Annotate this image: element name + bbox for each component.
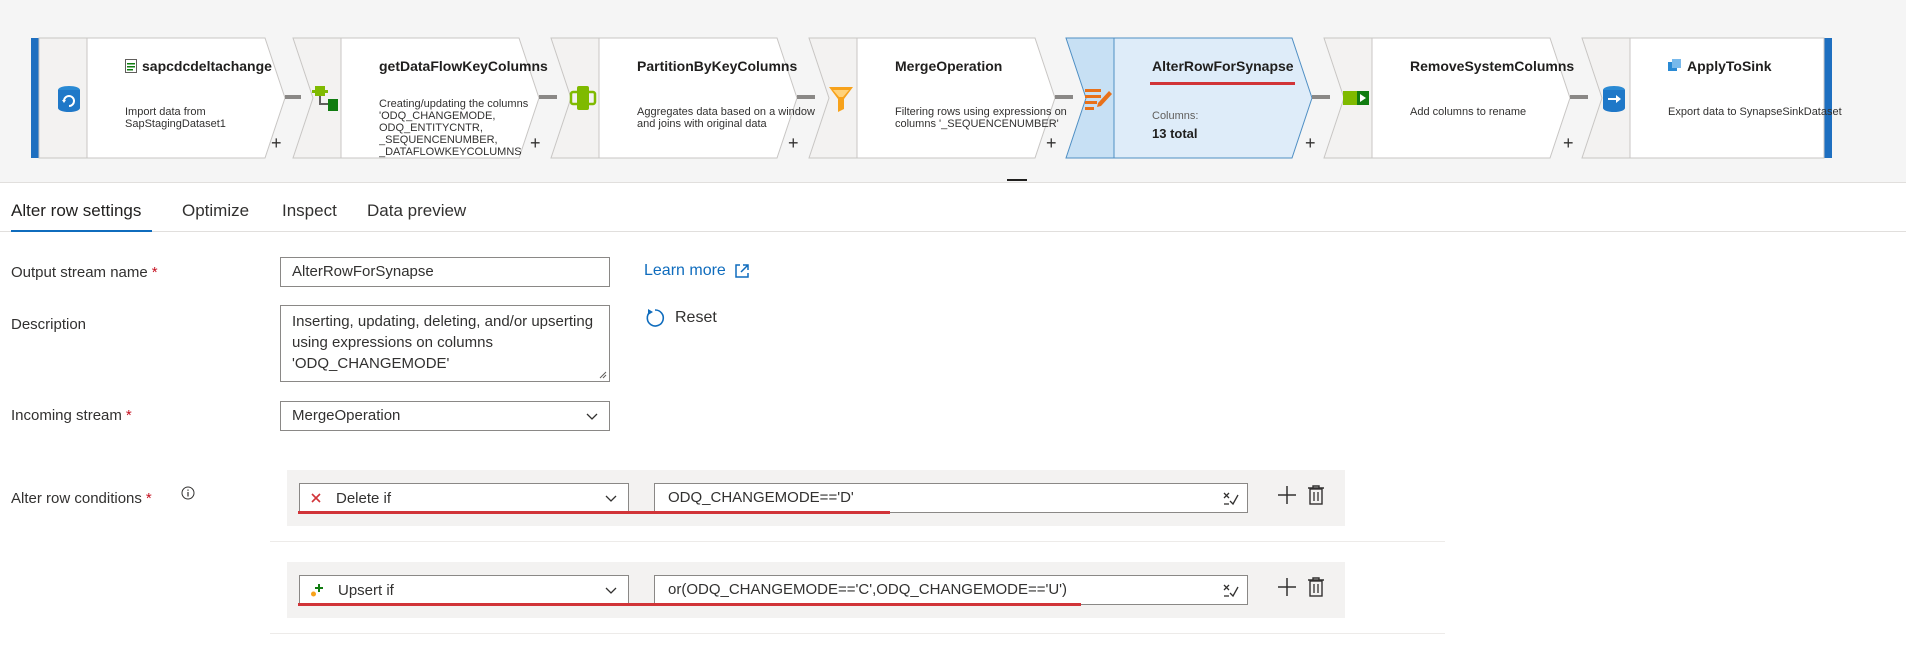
condition-row-upsert: Upsert if or(ODQ_CHANGEMODE=='C',ODQ_CHA…: [287, 562, 1345, 618]
expression-builder-icon: [1223, 492, 1239, 506]
annotation-underline: [298, 603, 1081, 606]
node-title: getDataFlowKeyColumns: [379, 58, 548, 74]
flow-node-filter[interactable]: MergeOperation Filtering rows using expr…: [808, 37, 1067, 159]
tab-optimize[interactable]: Optimize: [182, 201, 249, 221]
synapse-icon: [1668, 59, 1681, 71]
sink-database-icon: [1598, 82, 1630, 114]
reset-button[interactable]: Reset: [644, 307, 717, 329]
description-textarea[interactable]: Inserting, updating, deleting, and/or up…: [280, 305, 610, 382]
node-title: RemoveSystemColumns: [1410, 58, 1575, 74]
add-step-button[interactable]: +: [788, 134, 799, 152]
add-condition-icon[interactable]: [1276, 484, 1298, 506]
flow-node-derived-column[interactable]: getDataFlowKeyColumns Creating/updating …: [292, 37, 548, 159]
node-description: Aggregates data based on a window and jo…: [637, 106, 815, 130]
incoming-stream-label: Incoming stream *: [11, 407, 132, 424]
node-description: Filtering rows using expressions on colu…: [895, 106, 1067, 130]
alter-row-conditions-label: Alter row conditions *: [11, 490, 152, 507]
settings-tabs: Alter row settings Optimize Inspect Data…: [0, 182, 1906, 232]
output-stream-input[interactable]: AlterRowForSynapse: [280, 257, 610, 287]
flow-node-sink[interactable]: ApplyToSink Export data to SynapseSinkDa…: [1581, 37, 1842, 159]
add-step-button[interactable]: +: [1305, 134, 1316, 152]
node-title: sapcdcdeltachange: [125, 58, 272, 74]
condition-type-select[interactable]: Upsert if: [299, 575, 629, 605]
info-icon[interactable]: [181, 486, 195, 500]
delete-x-icon: [311, 493, 321, 503]
flow-node-window[interactable]: PartitionByKeyColumns Aggregates data ba…: [550, 37, 815, 159]
annotation-underline: [298, 511, 890, 514]
tab-inspect[interactable]: Inspect: [282, 201, 337, 221]
tab-alter-row-settings[interactable]: Alter row settings: [11, 201, 141, 221]
chevron-down-icon: [586, 413, 598, 420]
output-stream-label: Output stream name *: [11, 264, 158, 281]
reset-icon: [646, 309, 665, 327]
alter-row-icon: [1082, 82, 1114, 114]
flow-end-edge: [1824, 38, 1832, 158]
node-title: MergeOperation: [895, 58, 1003, 74]
file-icon: [125, 59, 137, 73]
add-step-button[interactable]: +: [530, 134, 541, 152]
add-step-button[interactable]: +: [1563, 134, 1574, 152]
external-link-icon: [735, 264, 749, 278]
expression-builder-icon: [1223, 584, 1239, 598]
columns-label: Columns:: [1152, 110, 1199, 122]
filter-funnel-icon: [825, 82, 857, 114]
select-columns-icon: [1340, 82, 1372, 114]
condition-expression-input[interactable]: ODQ_CHANGEMODE=='D': [654, 483, 1248, 513]
data-flow-canvas: sapcdcdeltachange Import data from SapSt…: [0, 0, 1906, 182]
condition-row-delete: Delete if ODQ_CHANGEMODE=='D': [287, 470, 1345, 526]
add-step-button[interactable]: +: [271, 134, 282, 152]
divider: [270, 633, 1445, 634]
upsert-icon: [311, 584, 323, 597]
description-label: Description: [11, 316, 87, 333]
flow-node-select[interactable]: RemoveSystemColumns Add columns to renam…: [1323, 37, 1574, 159]
active-tab-indicator: [11, 230, 152, 232]
tab-data-preview[interactable]: Data preview: [367, 201, 466, 221]
window-icon: [567, 82, 599, 114]
derived-column-icon: [309, 82, 341, 114]
condition-type-select[interactable]: Delete if: [299, 483, 629, 513]
add-condition-icon[interactable]: [1276, 576, 1298, 598]
node-title: ApplyToSink: [1668, 58, 1772, 74]
node-description: Import data from SapStagingDataset1: [125, 106, 226, 130]
incoming-stream-select[interactable]: MergeOperation: [280, 401, 610, 431]
flow-start-edge: [31, 38, 39, 158]
node-description: Add columns to rename: [1410, 106, 1527, 118]
node-description: Export data to SynapseSinkDataset: [1668, 106, 1842, 118]
source-database-icon: [53, 82, 85, 114]
panel-resize-handle[interactable]: [1007, 179, 1027, 181]
annotation-underline: [1150, 82, 1295, 85]
add-step-button[interactable]: +: [1046, 134, 1057, 152]
flow-node-source[interactable]: sapcdcdeltachange Import data from SapSt…: [38, 37, 286, 159]
node-title: AlterRowForSynapse: [1152, 58, 1294, 74]
condition-expression-input[interactable]: or(ODQ_CHANGEMODE=='C',ODQ_CHANGEMODE=='…: [654, 575, 1248, 605]
delete-condition-icon[interactable]: [1306, 576, 1326, 598]
learn-more-link[interactable]: Learn more: [644, 262, 750, 280]
columns-count: 13 total: [1152, 126, 1198, 141]
flow-node-alter-row-selected[interactable]: AlterRowForSynapse Columns: 13 total: [1065, 37, 1313, 159]
node-title: PartitionByKeyColumns: [637, 58, 798, 74]
divider: [270, 541, 1445, 542]
chevron-down-icon: [605, 495, 617, 502]
delete-condition-icon[interactable]: [1306, 484, 1326, 506]
resize-grip-icon: [599, 371, 607, 379]
chevron-down-icon: [605, 587, 617, 594]
